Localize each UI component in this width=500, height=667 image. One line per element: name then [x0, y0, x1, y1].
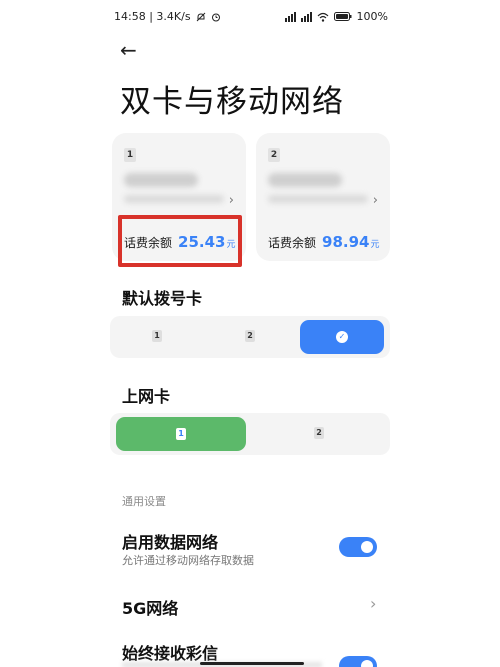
default-dial-selector: 1 2 ✓	[110, 316, 390, 358]
mobile-data-title: 启用数据网络	[122, 533, 219, 552]
sim2-icon: 2	[314, 427, 324, 439]
signal-icon	[284, 11, 296, 22]
dial-option-sim1[interactable]: 1	[110, 316, 205, 358]
sim-card-2[interactable]: 2 › 话费余额 98.94 元	[256, 133, 390, 261]
phone-number-blurred	[124, 195, 224, 203]
battery-icon	[333, 12, 352, 21]
sim1-icon: 1	[176, 428, 186, 440]
5g-network-title[interactable]: 5G网络	[122, 595, 178, 619]
chevron-right-icon: ›	[372, 193, 378, 208]
data-option-sim2[interactable]: 2	[250, 413, 390, 455]
mms-toggle[interactable]	[339, 656, 377, 667]
carrier-name-blurred	[268, 173, 342, 187]
mobile-data-subtitle: 允许通过移动网络存取数据	[122, 554, 254, 567]
status-left: 14:58 | 3.4K/s	[114, 10, 221, 23]
wifi-icon	[317, 12, 328, 22]
home-indicator[interactable]	[200, 662, 304, 665]
check-icon: ✓	[336, 331, 348, 343]
balance-value: 98.94	[322, 233, 370, 251]
dial-option-ask[interactable]: ✓	[300, 320, 384, 354]
data-option-sim1[interactable]: 1	[116, 417, 246, 451]
balance: 话费余额 98.94 元	[268, 233, 379, 251]
back-arrow-icon[interactable]: ←	[120, 40, 137, 60]
battery-level: 100%	[356, 10, 388, 23]
status-right: 100%	[284, 10, 388, 23]
data-card-title: 上网卡	[122, 387, 171, 406]
status-bar: 14:58 | 3.4K/s 100%	[0, 8, 500, 26]
data-card-selector: 1 2	[110, 413, 390, 455]
group-label: 通用设置	[122, 495, 166, 508]
sim-slot-badge: 2	[268, 148, 280, 162]
phone-number-blurred	[268, 195, 368, 203]
mobile-data-toggle[interactable]	[339, 537, 377, 557]
page-title: 双卡与移动网络	[120, 84, 344, 120]
toggle-knob	[361, 541, 373, 553]
mms-title: 始终接收彩信	[122, 644, 219, 663]
annotation-highlight-box	[118, 215, 242, 267]
signal-icon	[300, 11, 312, 22]
alarm-icon	[211, 13, 220, 21]
mute-icon	[196, 12, 205, 21]
balance-unit: 元	[370, 240, 380, 250]
balance-label: 话费余额	[268, 236, 317, 250]
default-dial-title: 默认拨号卡	[122, 289, 203, 308]
sim2-icon: 2	[245, 330, 255, 342]
chevron-right-icon: ›	[228, 193, 234, 208]
status-time-speed: 14:58 | 3.4K/s	[114, 10, 191, 23]
dial-option-sim2[interactable]: 2	[205, 316, 298, 358]
chevron-right-icon[interactable]: ›	[370, 594, 376, 613]
sim1-icon: 1	[152, 330, 162, 342]
sim-slot-badge: 1	[124, 148, 136, 162]
carrier-name-blurred	[124, 173, 198, 187]
toggle-knob	[361, 660, 373, 667]
